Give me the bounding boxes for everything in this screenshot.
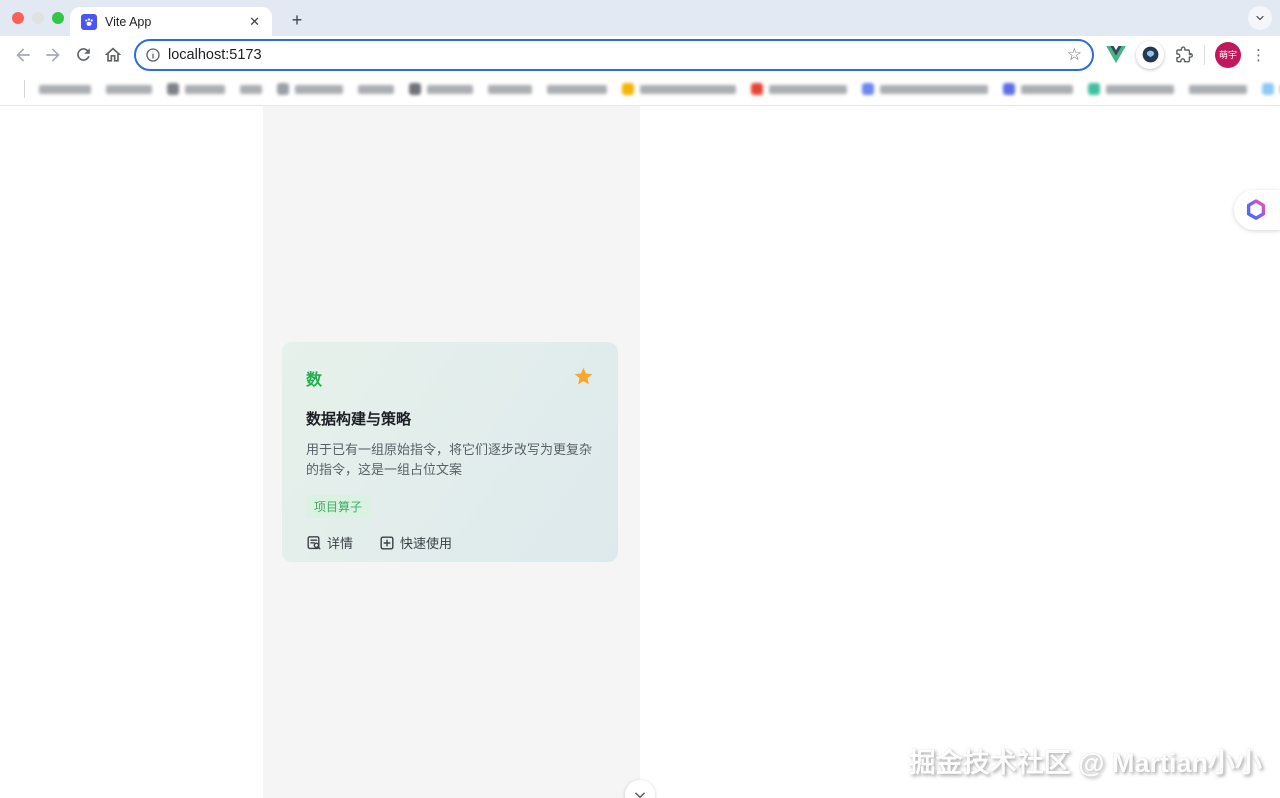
bookmark-item[interactable] — [547, 84, 607, 94]
tab-favicon-paw-icon — [81, 13, 97, 30]
scroll-down-button[interactable] — [625, 780, 655, 798]
document-search-icon — [307, 535, 321, 549]
bookmark-item[interactable] — [862, 83, 988, 95]
browser-toolbar: localhost:5173 ☆ 萌宇 ⋮ — [0, 36, 1280, 73]
bookmark-item[interactable] — [751, 83, 847, 95]
bookmark-favicon — [277, 83, 289, 95]
bookmark-label-blurred — [358, 84, 394, 94]
quick-use-label: 快速使用 — [400, 536, 453, 551]
bookmark-label-blurred — [240, 84, 262, 94]
bookmark-item[interactable] — [277, 83, 343, 95]
detail-button[interactable]: 详情 — [306, 533, 353, 552]
bookmark-item[interactable] — [409, 83, 473, 95]
page-content: 数 数据构建与策略 用于已有一组原始指令，将它们逐步改写为更复杂的指令，这是一组… — [0, 106, 1280, 798]
bookmark-label-blurred — [295, 84, 343, 94]
bookmark-favicon — [1088, 83, 1100, 95]
card-tag: 项目算子 — [306, 495, 371, 518]
favorite-star-icon[interactable] — [573, 366, 594, 387]
hexagon-logo-icon — [1246, 199, 1266, 220]
close-window-button[interactable] — [12, 12, 24, 24]
bookmark-item[interactable] — [106, 84, 152, 94]
bookmark-label-blurred — [1021, 84, 1073, 94]
prompt-card[interactable]: 数 数据构建与策略 用于已有一组原始指令，将它们逐步改写为更复杂的指令，这是一组… — [282, 342, 618, 562]
toolbar-extensions-area: 萌宇 ⋮ — [1106, 40, 1272, 69]
bookmark-item[interactable] — [488, 84, 532, 94]
minimize-window-button[interactable] — [32, 12, 44, 24]
url-text[interactable]: localhost:5173 — [168, 47, 1067, 63]
page-info-icon[interactable] — [145, 47, 161, 63]
bookmark-favicon — [167, 83, 179, 95]
bookmark-item[interactable] — [240, 84, 262, 94]
bookmark-favicon — [622, 83, 634, 95]
bookmark-items — [39, 83, 1280, 95]
card-avatar-letter: 数 — [306, 372, 323, 389]
plus-square-icon — [380, 536, 394, 550]
address-bar[interactable]: localhost:5173 ☆ — [134, 38, 1094, 71]
reload-icon[interactable] — [68, 41, 98, 69]
back-icon[interactable] — [8, 41, 38, 69]
bookmarks-separator — [24, 80, 25, 98]
bookmark-label-blurred — [427, 84, 473, 94]
bookmark-label-blurred — [488, 84, 532, 94]
bookmark-item[interactable] — [1003, 83, 1073, 95]
bookmark-favicon — [1262, 83, 1274, 95]
bookmark-label-blurred — [185, 84, 225, 94]
extensions-puzzle-icon[interactable] — [1174, 45, 1194, 65]
bookmark-item[interactable] — [358, 84, 394, 94]
bookmark-label-blurred — [547, 84, 607, 94]
bookmark-favicon — [409, 83, 421, 95]
bookmark-item[interactable] — [1262, 83, 1280, 95]
tab-search-chevron-icon[interactable] — [1248, 6, 1272, 30]
bookmark-item[interactable] — [1189, 84, 1247, 94]
home-icon[interactable] — [98, 41, 128, 69]
card-title: 数据构建与策略 — [306, 411, 412, 428]
bookmark-star-icon[interactable]: ☆ — [1067, 46, 1082, 63]
bookmark-label-blurred — [106, 84, 152, 94]
quick-use-button[interactable]: 快速使用 — [379, 533, 452, 552]
pinned-extension-icon[interactable] — [1136, 40, 1164, 69]
bookmarks-bar — [0, 73, 1280, 106]
browser-menu-icon[interactable]: ⋮ — [1251, 46, 1272, 64]
tab-close-icon[interactable]: ✕ — [245, 13, 264, 30]
window-controls — [12, 12, 64, 24]
tab-title: Vite App — [105, 14, 152, 29]
browser-tab[interactable]: Vite App ✕ — [70, 7, 272, 36]
detail-label: 详情 — [327, 536, 354, 551]
bookmark-favicon — [751, 83, 763, 95]
toolbar-separator — [1204, 44, 1205, 65]
new-tab-button[interactable]: + — [284, 7, 310, 33]
chevron-down-icon — [635, 792, 645, 798]
bookmark-item[interactable] — [39, 84, 91, 94]
bookmark-label-blurred — [1106, 84, 1174, 94]
bookmark-item[interactable] — [622, 83, 736, 95]
bookmark-label-blurred — [769, 84, 847, 94]
vue-devtools-icon[interactable] — [1106, 45, 1126, 64]
tab-strip: Vite App ✕ + — [0, 0, 1280, 36]
bookmark-label-blurred — [1189, 84, 1247, 94]
bookmark-label-blurred — [640, 84, 736, 94]
bookmark-favicon — [1003, 83, 1015, 95]
bookmark-favicon — [862, 83, 874, 95]
ai-assistant-button[interactable] — [1234, 190, 1280, 230]
bookmark-label-blurred — [880, 84, 988, 94]
profile-avatar[interactable]: 萌宇 — [1215, 41, 1241, 68]
forward-icon[interactable] — [38, 41, 68, 69]
watermark-text: 掘金技术社区 @ Martian小小 — [908, 748, 1262, 778]
card-description: 用于已有一组原始指令，将它们逐步改写为更复杂的指令，这是一组占位文案 — [306, 442, 593, 477]
bookmark-label-blurred — [39, 84, 91, 94]
bookmark-item[interactable] — [167, 83, 225, 95]
zoom-window-button[interactable] — [52, 12, 64, 24]
bookmark-item[interactable] — [1088, 83, 1174, 95]
